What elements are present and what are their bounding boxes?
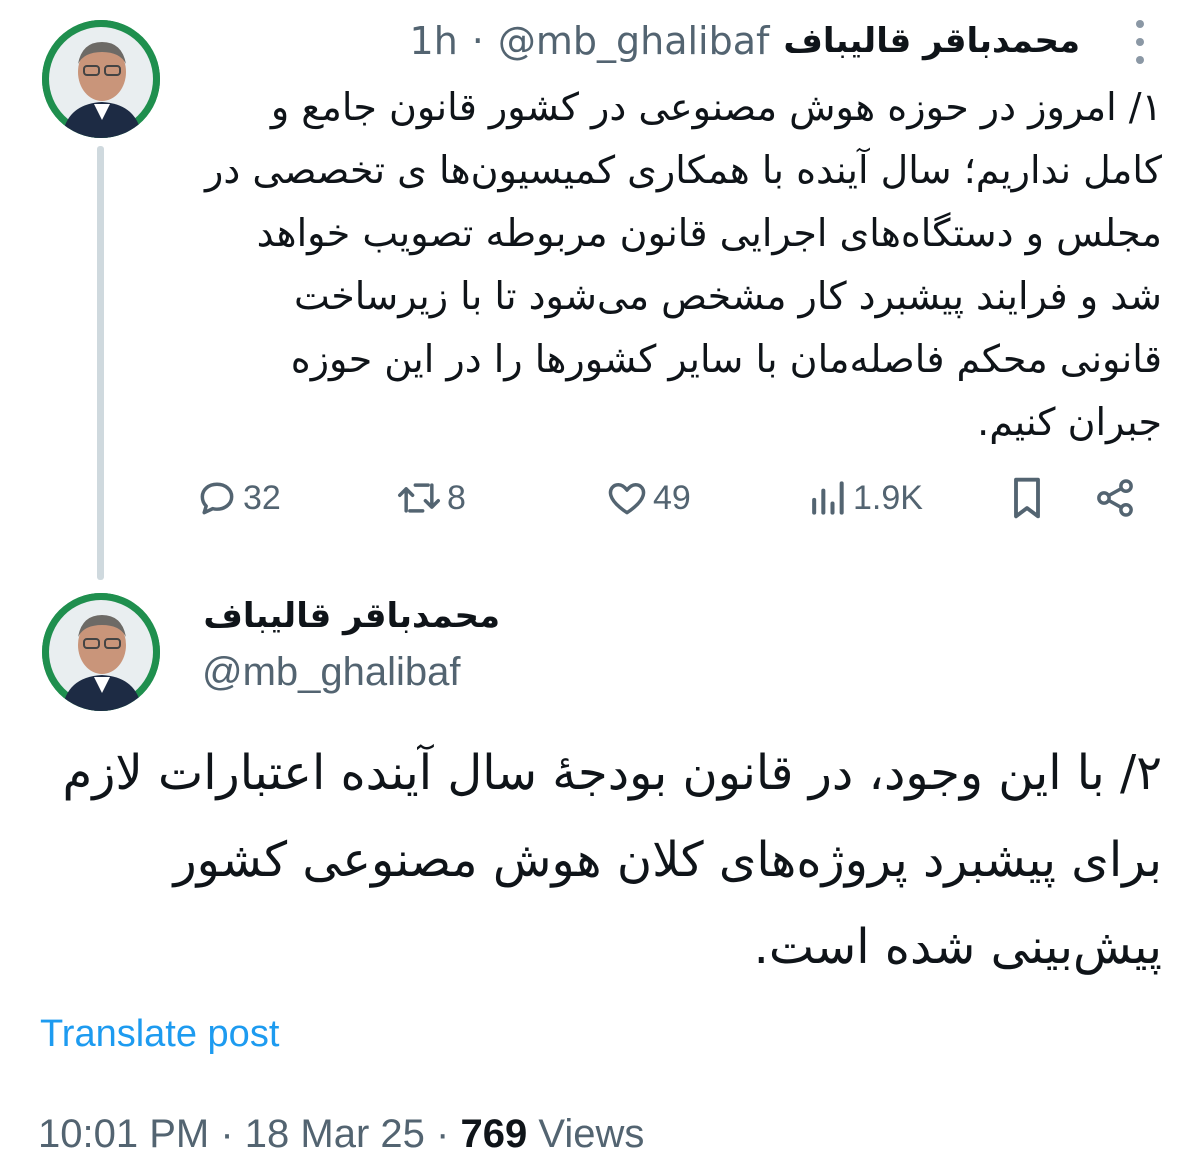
more-icon[interactable] — [1130, 20, 1150, 64]
display-name[interactable]: محمدباقر قالیباف — [783, 21, 1080, 61]
repost-icon — [398, 483, 440, 513]
tweet-time[interactable]: 1h — [410, 19, 458, 63]
repost-count: 8 — [447, 478, 466, 517]
tweet-text: ۲/ با این وجود، در قانون بودجهٔ سال آیند… — [62, 745, 1162, 975]
views-count: 1.9K — [853, 478, 923, 517]
separator-dot: · — [471, 19, 484, 63]
tweet-actions: 32 8 49 1.9K — [195, 470, 1155, 526]
timestamp-time[interactable]: 10:01 PM — [38, 1112, 209, 1156]
avatar[interactable] — [42, 593, 160, 711]
views-icon — [812, 481, 844, 515]
like-icon — [608, 483, 646, 515]
views-total: 769 — [460, 1112, 528, 1156]
views-button[interactable]: 1.9K — [805, 470, 923, 526]
thread-line — [97, 146, 104, 580]
avatar-image — [42, 20, 160, 138]
timestamp-date[interactable]: 18 Mar 25 — [245, 1112, 425, 1156]
reply-icon — [200, 482, 234, 515]
bookmark-button[interactable] — [1005, 470, 1049, 526]
separator-dot: · — [436, 1112, 450, 1156]
repost-button[interactable]: 8 — [395, 470, 466, 526]
translate-post-link[interactable]: Translate post — [40, 1013, 279, 1056]
separator-dot: · — [220, 1112, 234, 1156]
like-button[interactable]: 49 — [605, 470, 691, 526]
like-count: 49 — [653, 478, 691, 517]
tweet-metadata: 10:01 PM · 18 Mar 25 · 769 Views — [38, 1112, 644, 1168]
tweet-text: ۱/ امروز در حوزه هوش مصنوعی در کشور قانو… — [205, 85, 1162, 444]
tweet-header: محمدباقر قالیباف @mb_ghalibaf · 1h — [200, 14, 1080, 68]
tweet-thread: محمدباقر قالیباف @mb_ghalibaf · 1h ۱/ ام… — [0, 0, 1200, 1171]
share-button[interactable] — [1093, 470, 1137, 526]
reply-button[interactable]: 32 — [195, 470, 281, 526]
avatar-image — [42, 593, 160, 711]
share-icon — [1097, 479, 1133, 517]
bookmark-icon — [1014, 477, 1040, 519]
reply-count: 32 — [243, 478, 281, 517]
avatar[interactable] — [42, 20, 160, 138]
user-handle[interactable]: @mb_ghalibaf — [202, 650, 461, 695]
display-name[interactable]: محمدباقر قالیباف — [200, 596, 500, 636]
views-label: Views — [538, 1112, 645, 1156]
user-handle[interactable]: @mb_ghalibaf — [498, 19, 770, 63]
